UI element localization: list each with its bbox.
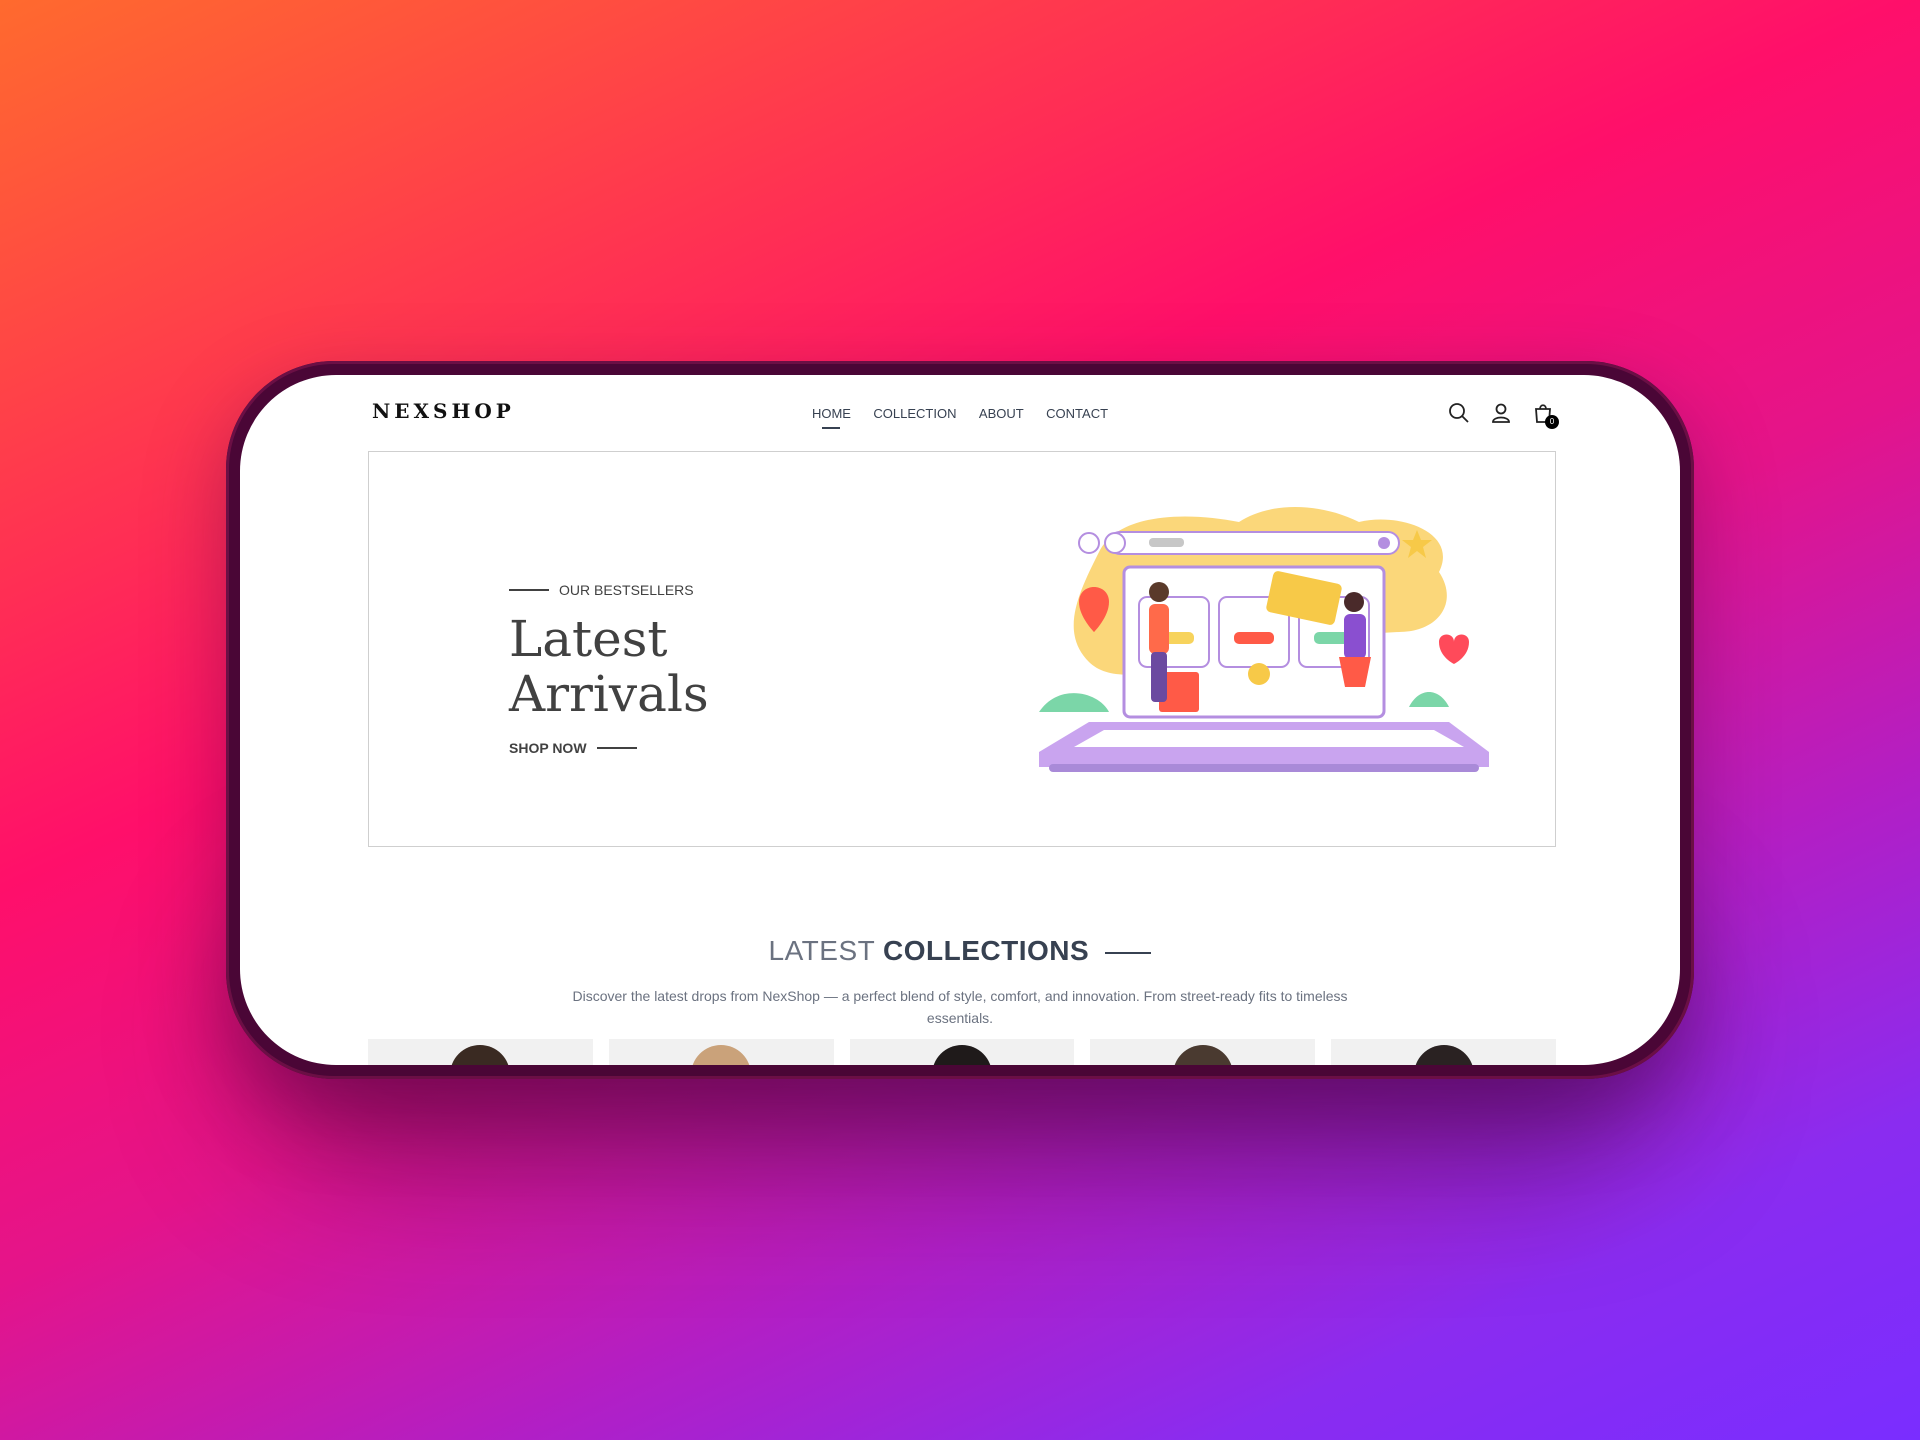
shop-now-link[interactable]: SHOP NOW (509, 740, 869, 756)
collections-heading: LATEST COLLECTIONS (240, 935, 1680, 967)
user-icon[interactable] (1489, 401, 1513, 425)
divider-line (1105, 951, 1152, 954)
collections-heading-bold: COLLECTIONS (883, 935, 1090, 966)
product-image (1172, 1045, 1233, 1065)
nav-contact[interactable]: CONTACT (1046, 406, 1108, 427)
collections-description: Discover the latest drops from NexShop —… (572, 988, 1348, 1026)
product-card[interactable] (849, 1039, 1075, 1065)
product-card[interactable] (1090, 1039, 1316, 1065)
header-actions: 0 (1447, 401, 1559, 429)
divider-line (509, 589, 549, 591)
product-card[interactable] (368, 1039, 593, 1065)
navbar: NEXSHOP HOME COLLECTION ABOUT CONTACT 0 (240, 375, 1680, 445)
cart-count-badge: 0 (1545, 415, 1559, 429)
product-grid (368, 1039, 1556, 1065)
divider-line (596, 747, 637, 749)
nav-collection[interactable]: COLLECTION (873, 406, 956, 427)
hero-banner: OUR BESTSELLERS Latest Arrivals SHOP NOW (368, 451, 1556, 847)
hero-tagline-text: OUR BESTSELLERS (559, 582, 694, 598)
product-image (691, 1045, 752, 1065)
product-image (450, 1045, 511, 1065)
hero-text: OUR BESTSELLERS Latest Arrivals SHOP NOW (509, 582, 869, 756)
cart-icon[interactable]: 0 (1531, 401, 1559, 429)
search-icon[interactable] (1447, 401, 1471, 425)
product-image (1413, 1045, 1474, 1065)
nav-about[interactable]: ABOUT (979, 406, 1024, 427)
shopping-illustration (1039, 507, 1489, 772)
hero-tagline: OUR BESTSELLERS (509, 582, 869, 598)
product-image (931, 1045, 992, 1065)
device-frame: NEXSHOP HOME COLLECTION ABOUT CONTACT 0 (226, 361, 1694, 1079)
product-card[interactable] (1331, 1039, 1556, 1065)
collections-heading-light: LATEST (768, 935, 875, 966)
nav-home[interactable]: HOME (812, 406, 851, 429)
shop-now-label: SHOP NOW (509, 740, 587, 756)
browser-screen: NEXSHOP HOME COLLECTION ABOUT CONTACT 0 (240, 375, 1680, 1065)
product-card[interactable] (608, 1039, 834, 1065)
hero-title: Latest Arrivals (509, 610, 709, 723)
